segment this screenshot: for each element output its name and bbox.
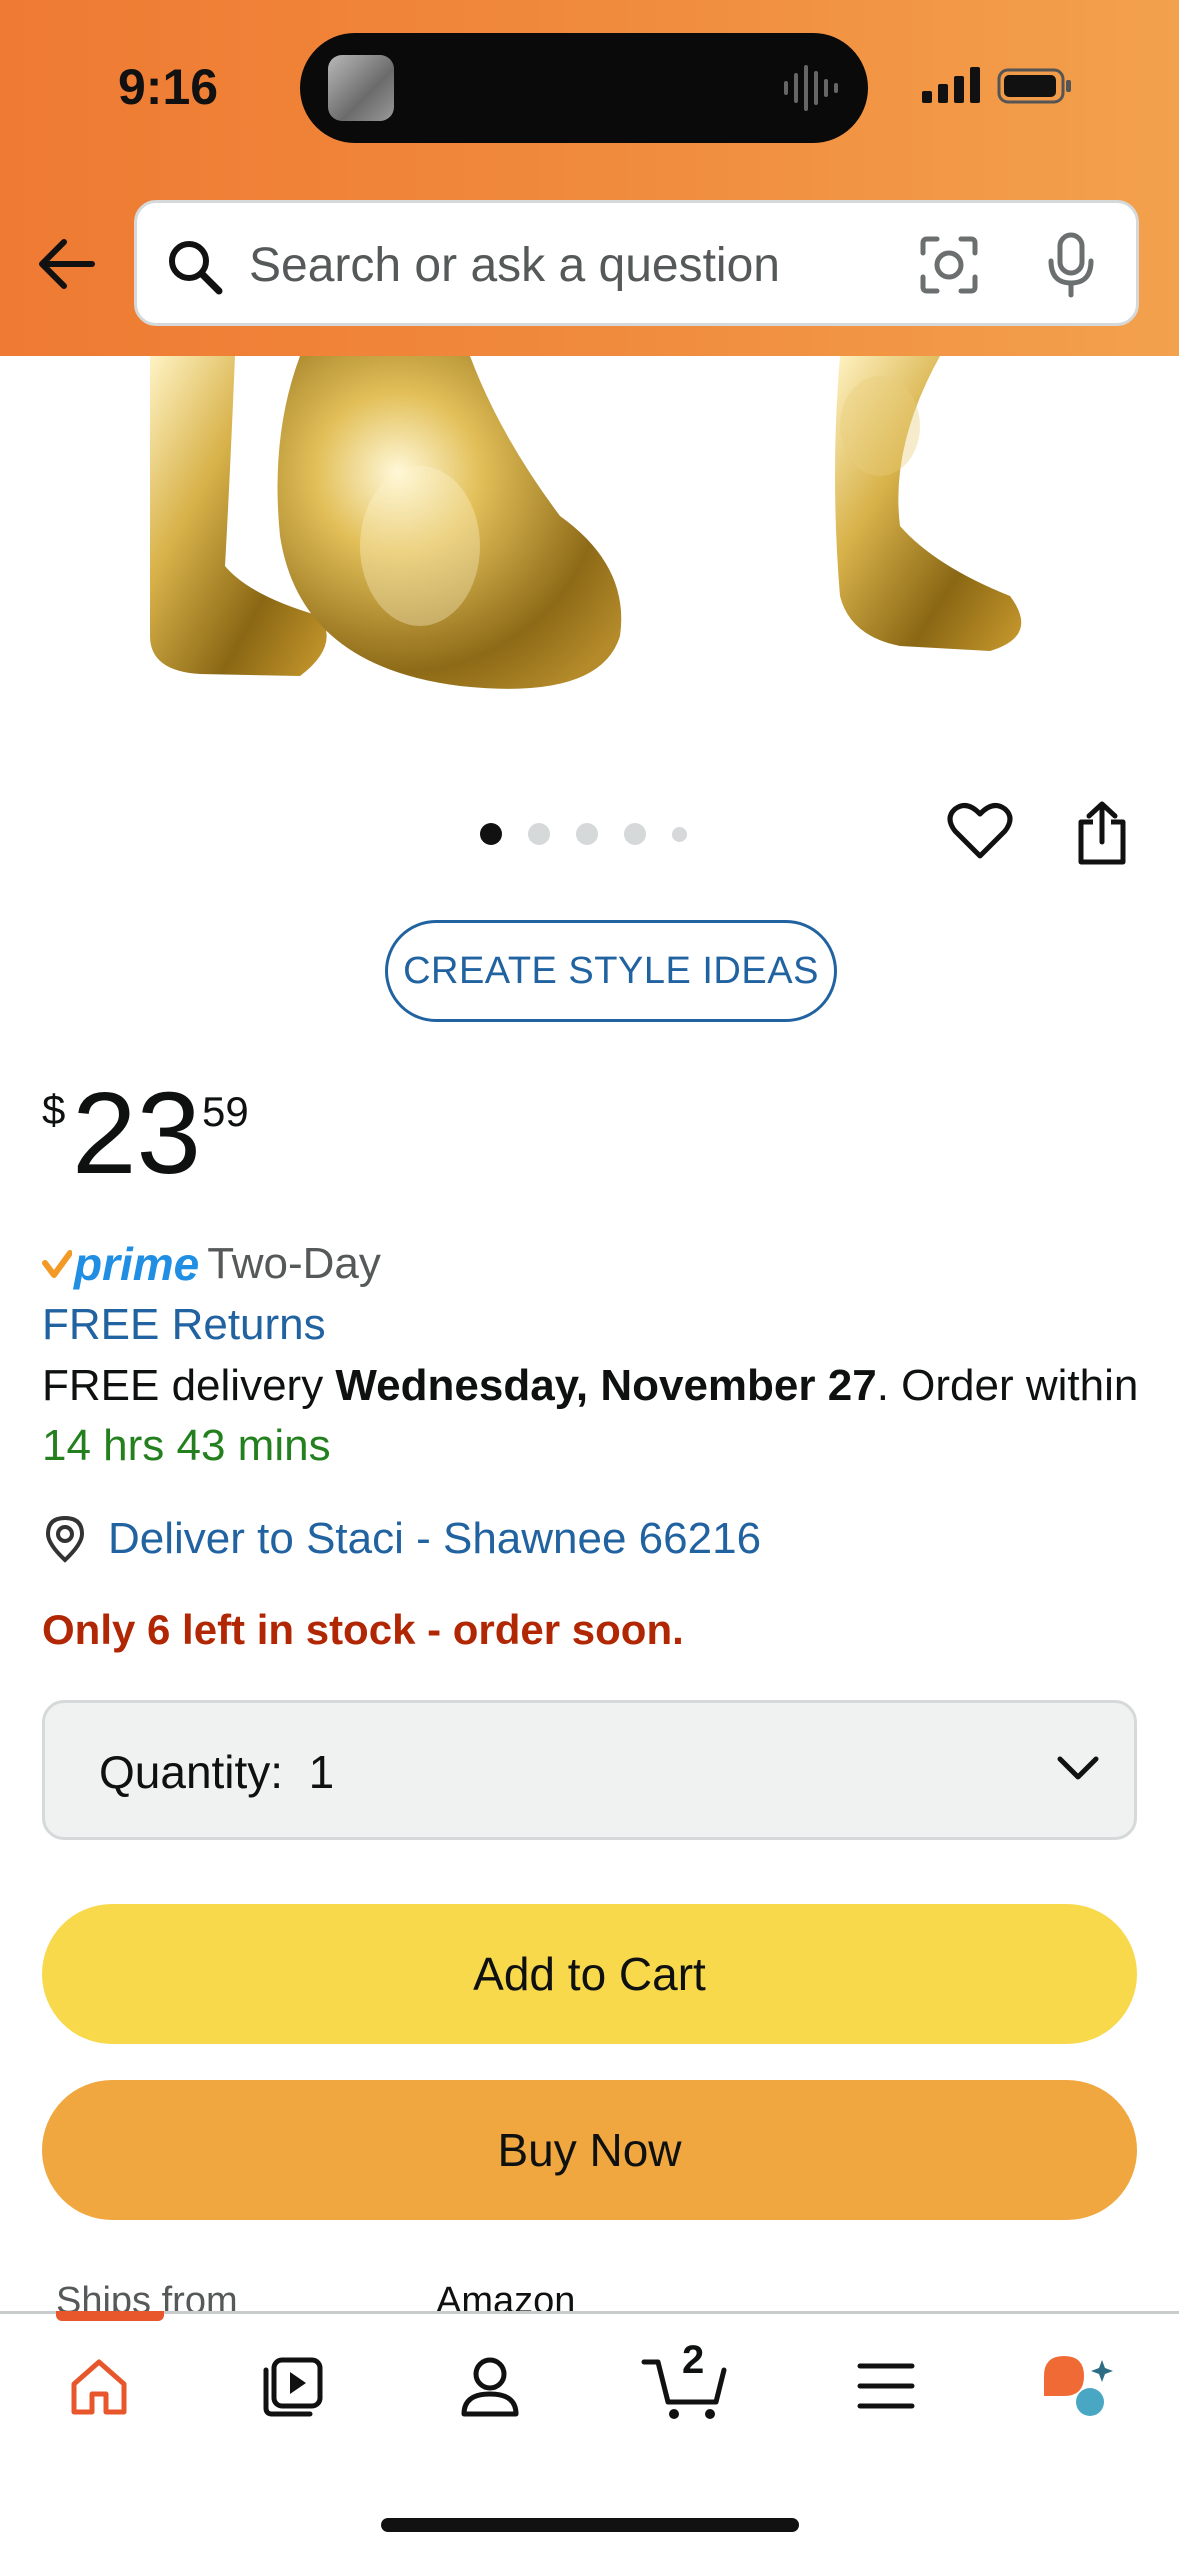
deliver-to-link[interactable]: Deliver to Staci - Shawnee 66216 [108,1514,761,1564]
add-to-cart-button[interactable]: Add to Cart [42,1904,1137,2044]
back-arrow-icon[interactable] [34,232,98,296]
location-pin-icon [45,1515,85,1563]
buy-now-button[interactable]: Buy Now [42,2080,1137,2220]
price-whole: 23 [72,1068,202,1198]
prime-shipping-label: Two-Day [207,1239,381,1288]
delivery-countdown: 14 hrs 43 mins [42,1421,331,1470]
cart-count: 2 [682,2338,705,2382]
pager-dot[interactable] [672,826,687,842]
pager-dot[interactable] [624,823,646,845]
delivery-suffix: . Order within [876,1361,1139,1410]
product-image[interactable] [0,356,1179,740]
video-icon[interactable] [260,2354,326,2420]
search-bar[interactable] [134,200,1139,326]
now-playing-artwork [328,55,394,121]
prime-badge[interactable]: prime Two-Day [42,1234,381,1294]
delivery-message: FREE delivery Wednesday, November 27. Or… [42,1356,1142,1476]
prime-logo-text: prime [74,1238,200,1290]
deliver-to-row[interactable]: Deliver to Staci - Shawnee 66216 [42,1514,761,1564]
pager-dot-active[interactable] [480,823,502,845]
menu-icon[interactable] [856,2360,916,2412]
prime-check-icon [42,1250,72,1278]
stock-warning: Only 6 left in stock - order soon. [42,1606,684,1653]
cart-nav-item[interactable]: 2 [640,2338,730,2424]
home-icon[interactable] [66,2354,132,2420]
gold-figurine-image [150,356,1022,689]
audio-waveform-icon [784,65,838,111]
camera-lens-icon[interactable] [917,233,981,297]
pager-dot[interactable] [576,823,598,845]
bottom-navigation: 2 [0,2311,1179,2559]
battery-icon [997,68,1071,104]
share-icon[interactable] [1075,800,1129,866]
dynamic-island[interactable] [300,33,868,143]
status-time: 9:16 [118,59,219,115]
header: 9:16 [0,0,1179,356]
pager-dot[interactable] [528,823,550,845]
price-currency: $ [42,1086,66,1133]
search-icon [169,241,223,295]
account-icon[interactable] [458,2354,522,2420]
quantity-display: Quantity: 1 [99,1745,334,1799]
delivery-date: Wednesday, November 27 [335,1361,877,1410]
free-returns-link[interactable]: FREE Returns [42,1300,326,1350]
quantity-value: 1 [308,1746,335,1798]
home-indicator [381,2518,799,2532]
active-tab-indicator [56,2311,164,2321]
create-style-ideas-button[interactable]: CREATE STYLE IDEAS [385,920,837,1022]
quantity-select[interactable]: Quantity: 1 [42,1700,1137,1840]
chevron-down-icon [1057,1756,1099,1780]
search-input[interactable] [247,231,971,299]
cellular-signal-icon [922,67,980,103]
rufus-assistant-icon[interactable] [1040,2352,1116,2422]
heart-icon[interactable] [947,800,1013,862]
quantity-label: Quantity: [99,1746,284,1798]
price-fraction: 59 [202,1088,249,1135]
image-pager-dots [480,818,713,850]
microphone-icon[interactable] [1043,231,1099,299]
delivery-prefix: FREE delivery [42,1361,336,1410]
